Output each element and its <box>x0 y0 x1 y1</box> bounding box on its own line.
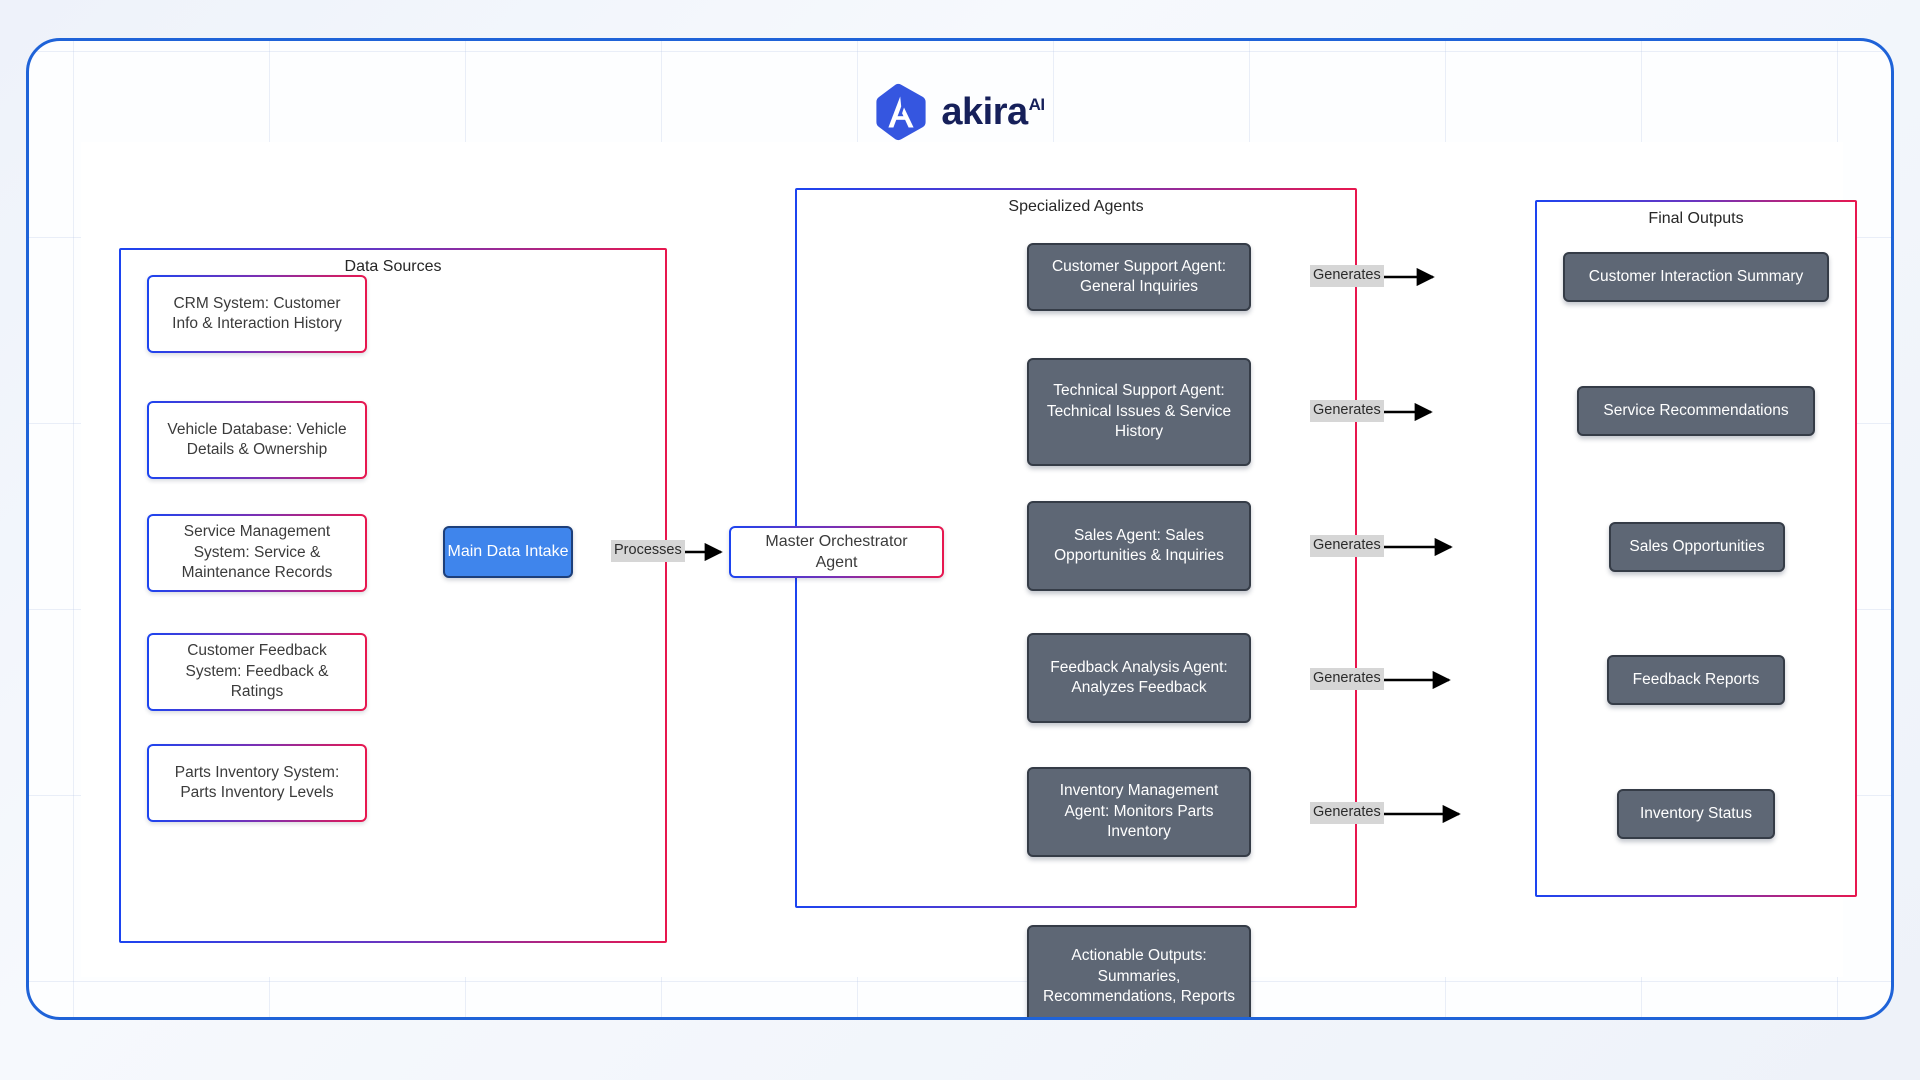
node-output-service-recommendations[interactable]: Service Recommendations <box>1577 386 1815 436</box>
node-data-source-parts-inventory[interactable]: Parts Inventory System: Parts Inventory … <box>147 744 367 822</box>
brand-superscript: AI <box>1028 95 1046 115</box>
node-main-data-intake[interactable]: Main Data Intake <box>443 526 573 578</box>
diagram-frame: akiraAI Data Sources Specialized Agents … <box>26 38 1894 1020</box>
node-label: CRM System: Customer Info & Interaction … <box>149 277 365 351</box>
node-data-source-service-management[interactable]: Service Management System: Service & Mai… <box>147 514 367 592</box>
node-agent-customer-support[interactable]: Customer Support Agent: General Inquirie… <box>1027 243 1251 311</box>
node-agent-sales[interactable]: Sales Agent: Sales Opportunities & Inqui… <box>1027 501 1251 591</box>
group-specialized-agents-title: Specialized Agents <box>1008 198 1144 215</box>
node-label: Customer Interaction Summary <box>1588 267 1804 285</box>
node-data-source-vehicle[interactable]: Vehicle Database: Vehicle Details & Owne… <box>147 401 367 479</box>
brand-wordmark: akiraAI <box>941 91 1046 133</box>
edge-label-generates-2: Generates <box>1310 400 1384 422</box>
node-label: Customer Support Agent: General Inquirie… <box>1051 257 1227 295</box>
edge-label-generates-5: Generates <box>1310 802 1384 824</box>
edge-label-processes: Processes <box>611 540 685 562</box>
group-data-sources-title: Data Sources <box>344 258 442 275</box>
brand-name: akira <box>941 91 1028 133</box>
node-label: Service Recommendations <box>1603 401 1789 419</box>
node-label: Inventory Management Agent: Monitors Par… <box>1059 782 1219 841</box>
node-actionable-outputs[interactable]: Actionable Outputs: Summaries, Recommend… <box>1027 925 1251 1017</box>
node-agent-feedback-analysis[interactable]: Feedback Analysis Agent: Analyzes Feedba… <box>1027 633 1251 723</box>
node-agent-inventory-management[interactable]: Inventory Management Agent: Monitors Par… <box>1027 767 1251 857</box>
node-label: Inventory Status <box>1639 804 1752 822</box>
edge-label-generates-1: Generates <box>1310 265 1384 287</box>
node-data-source-crm[interactable]: CRM System: Customer Info & Interaction … <box>147 275 367 353</box>
node-label: Sales Opportunities <box>1629 537 1765 555</box>
node-label: Sales Agent: Sales Opportunities & Inqui… <box>1054 526 1224 564</box>
node-label: Vehicle Database: Vehicle Details & Owne… <box>149 403 365 477</box>
node-output-feedback-reports[interactable]: Feedback Reports <box>1607 655 1785 705</box>
node-output-customer-interaction-summary[interactable]: Customer Interaction Summary <box>1563 252 1829 302</box>
node-agent-technical-support[interactable]: Technical Support Agent: Technical Issue… <box>1027 358 1251 466</box>
node-master-orchestrator-agent[interactable]: Master Orchestrator Agent <box>729 526 944 578</box>
diagram-canvas: Data Sources Specialized Agents Final Ou… <box>81 142 1857 1017</box>
node-data-source-customer-feedback[interactable]: Customer Feedback System: Feedback & Rat… <box>147 633 367 711</box>
node-label: Feedback Reports <box>1632 670 1760 688</box>
node-label: Service Management System: Service & Mai… <box>149 516 365 590</box>
node-label: Actionable Outputs: Summaries, Recommend… <box>1042 947 1236 1006</box>
brand-header: akiraAI <box>29 83 1891 141</box>
node-output-inventory-status[interactable]: Inventory Status <box>1617 789 1775 839</box>
node-label: Parts Inventory System: Parts Inventory … <box>149 746 365 820</box>
akira-hexagon-logo-icon <box>876 83 926 141</box>
node-label: Main Data Intake <box>447 543 569 561</box>
node-output-sales-opportunities[interactable]: Sales Opportunities <box>1609 522 1785 572</box>
edge-label-generates-4: Generates <box>1310 668 1384 690</box>
group-final-outputs-title: Final Outputs <box>1648 210 1744 227</box>
node-label: Master Orchestrator Agent <box>731 528 942 576</box>
node-label: Feedback Analysis Agent: Analyzes Feedba… <box>1050 658 1228 696</box>
node-label: Customer Feedback System: Feedback & Rat… <box>149 635 365 709</box>
node-label: Technical Support Agent: Technical Issue… <box>1046 382 1232 441</box>
edge-label-generates-3: Generates <box>1310 535 1384 557</box>
